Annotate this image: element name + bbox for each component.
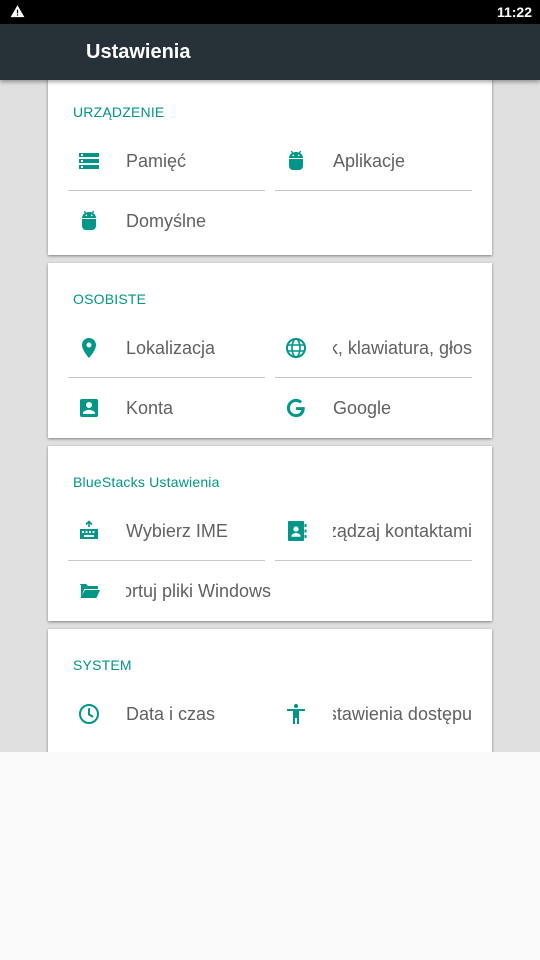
settings-item-manage-contacts[interactable]: Zarządzaj kontaktami bbox=[275, 501, 472, 561]
settings-item-label: Data i czas bbox=[126, 704, 216, 724]
android-icon bbox=[289, 150, 303, 170]
settings-item-label: Importuj pliki Windows bbox=[126, 581, 271, 601]
settings-item-label: Pamięć bbox=[126, 151, 187, 171]
settings-item-label: Google bbox=[333, 398, 392, 418]
section-title-system: SYSTEM bbox=[73, 657, 132, 673]
section-title-bluestacks: BlueStacks Ustawienia bbox=[73, 474, 220, 490]
contacts-icon bbox=[288, 521, 307, 541]
settings-item-google[interactable]: Google bbox=[275, 378, 472, 438]
settings-item-label: Lokalizacja bbox=[126, 338, 216, 358]
warning-icon bbox=[10, 5, 25, 18]
section-card-bluestacks: BlueStacks Ustawienia Wybierz IME ądzaj … bbox=[48, 446, 492, 621]
accessibility-icon bbox=[287, 704, 305, 724]
settings-item-date-time[interactable]: Data i czas bbox=[68, 684, 265, 744]
section-card-device: URZĄDZENIE Pamięć Aplikacje Domyślne bbox=[48, 80, 492, 255]
settings-item-accounts[interactable]: Konta bbox=[68, 378, 265, 438]
status-bar: 11:22 bbox=[0, 0, 540, 24]
section-title-device: URZĄDZENIE bbox=[73, 104, 165, 120]
section-card-system: SYSTEM Data i czas Ustawienia dostępu bbox=[48, 629, 492, 752]
settings-item-choose-ime[interactable]: Wybierz IME bbox=[68, 501, 265, 561]
settings-item-label: Konta bbox=[126, 398, 174, 418]
storage-icon bbox=[79, 153, 99, 169]
page-title: Ustawienia bbox=[86, 41, 191, 63]
settings-item-accessibility[interactable]: Ustawienia dostępu bbox=[275, 684, 472, 744]
location-pin-icon bbox=[82, 338, 96, 358]
settings-item-language[interactable]: Język, klawiatura, głos bbox=[275, 318, 472, 378]
settings-item-label: Domyślne bbox=[126, 211, 207, 231]
settings-item-storage[interactable]: Pamięć bbox=[68, 131, 265, 191]
section-card-personal: OSOBISTE Lokalizacja Język, klawiatura, … bbox=[48, 263, 492, 438]
settings-item-apps[interactable]: Aplikacje bbox=[275, 131, 472, 191]
globe-icon bbox=[286, 338, 306, 358]
settings-item-label: Wybierz IME bbox=[126, 521, 228, 541]
account-box-icon bbox=[80, 399, 98, 417]
settings-item-label: Ustawienia dostępu bbox=[333, 704, 472, 724]
section-title-personal: OSOBISTE bbox=[73, 291, 147, 307]
status-time: 11:22 bbox=[496, 4, 532, 20]
android-icon bbox=[82, 210, 96, 230]
google-icon bbox=[286, 398, 306, 418]
app-bar: Ustawienia bbox=[0, 24, 540, 80]
settings-item-label: Zarządzaj kontaktami bbox=[333, 521, 472, 541]
settings-item-import-windows-files[interactable]: Importuj pliki Windows bbox=[68, 561, 318, 621]
keyboard-icon bbox=[80, 520, 98, 539]
settings-list[interactable]: URZĄDZENIE Pamięć Aplikacje Domyślne OSO… bbox=[0, 80, 540, 752]
settings-item-label: Aplikacje bbox=[333, 151, 406, 171]
clock-icon bbox=[79, 704, 99, 724]
settings-item-location[interactable]: Lokalizacja bbox=[68, 318, 265, 378]
settings-item-defaults[interactable]: Domyślne bbox=[68, 191, 265, 251]
folder-open-icon bbox=[80, 584, 100, 598]
settings-item-label: Język, klawiatura, głos bbox=[333, 338, 472, 358]
